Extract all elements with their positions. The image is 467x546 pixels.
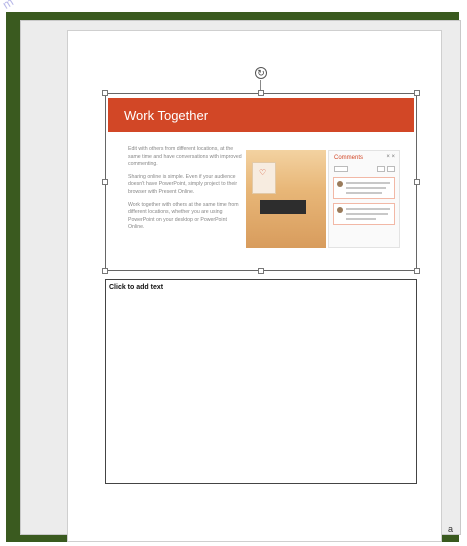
close-icon: × × — [386, 154, 395, 160]
resize-handle[interactable] — [258, 90, 264, 96]
slide-body-text: Edit with others from different location… — [128, 146, 244, 237]
photo-card — [252, 162, 276, 194]
slide-paragraph: Edit with others from different location… — [128, 146, 242, 168]
notes-placeholder-text: Click to add text — [109, 284, 164, 291]
comment-line — [346, 213, 388, 215]
slide-photo: ♡ — [246, 150, 326, 248]
rotate-icon[interactable]: ↻ — [255, 67, 267, 79]
resize-handle[interactable] — [414, 90, 420, 96]
slide-paragraph: Work together with others at the same ti… — [128, 201, 239, 231]
comment-entry — [333, 203, 395, 225]
resize-handle[interactable] — [414, 268, 420, 274]
new-comment-button — [334, 166, 348, 172]
slide-paragraph: Sharing online is simple. Even if your a… — [128, 173, 238, 195]
prev-comment-button — [377, 166, 385, 172]
slide-title: Work Together — [124, 108, 209, 123]
resize-handle[interactable] — [258, 268, 264, 274]
resize-handle[interactable] — [414, 179, 420, 185]
comment-entry — [333, 177, 395, 199]
comments-pane: Comments × × — [328, 150, 400, 248]
comments-title: Comments — [334, 155, 364, 161]
resize-handle[interactable] — [102, 268, 108, 274]
corner-mark: a — [447, 524, 453, 534]
slide-thumbnail[interactable]: Work Together Edit with others from diff… — [105, 93, 417, 271]
avatar — [337, 207, 343, 213]
slide-header-bar: Work Together — [108, 98, 414, 132]
watermark-text: m — [0, 0, 17, 12]
next-comment-button — [387, 166, 395, 172]
comment-line — [346, 182, 390, 184]
avatar — [337, 181, 343, 187]
resize-handle[interactable] — [102, 90, 108, 96]
comment-line — [346, 208, 390, 210]
comment-line — [346, 192, 382, 194]
comment-line — [346, 187, 386, 189]
resize-handle[interactable] — [102, 179, 108, 185]
photo-dark-block — [260, 200, 306, 214]
comment-line — [346, 218, 376, 220]
notes-placeholder-box[interactable]: Click to add text — [105, 279, 417, 484]
heart-icon: ♡ — [259, 168, 267, 177]
